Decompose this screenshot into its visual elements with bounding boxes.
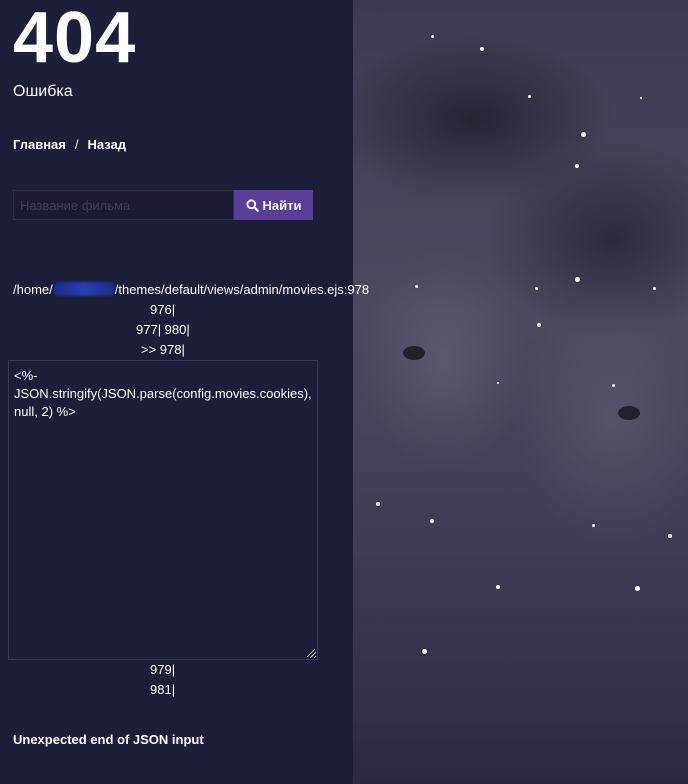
breadcrumb-home-link[interactable]: Главная xyxy=(13,137,66,152)
code-text: <%- JSON.stringify(JSON.parse(config.mov… xyxy=(14,368,312,419)
redacted-segment xyxy=(53,282,114,296)
breadcrumb-back-link[interactable]: Назад xyxy=(88,137,127,152)
trace-line-977-980: 977| 980| xyxy=(136,322,190,337)
error-file-path: /home/ /themes/default/views/admin/movies… xyxy=(13,282,369,297)
path-suffix: /themes/default/views/admin/movies.ejs:9… xyxy=(114,282,370,297)
breadcrumb: Главная / Назад xyxy=(13,137,126,152)
search-input[interactable] xyxy=(13,190,234,220)
breadcrumb-separator: / xyxy=(74,137,79,152)
path-prefix: /home/ xyxy=(13,282,53,297)
error-message: Unexpected end of JSON input xyxy=(13,732,204,747)
photo-detail xyxy=(403,346,425,360)
resize-handle[interactable] xyxy=(307,649,315,657)
search-icon xyxy=(245,198,259,212)
error-title: Ошибка xyxy=(13,83,73,100)
trace-line-976: 976| xyxy=(150,302,176,317)
trace-line-981: 981| xyxy=(150,682,176,697)
photo-detail xyxy=(618,406,640,420)
code-textarea[interactable]: <%- JSON.stringify(JSON.parse(config.mov… xyxy=(8,360,318,660)
error-code: 404 xyxy=(13,0,137,78)
trace-line-979: 979| xyxy=(150,662,176,677)
search-button[interactable]: Найти xyxy=(234,190,313,220)
search-button-label: Найти xyxy=(262,197,302,213)
trace-line-978: >> 978| xyxy=(141,342,185,357)
background-photo xyxy=(353,0,688,784)
search-form: Найти xyxy=(13,190,313,220)
